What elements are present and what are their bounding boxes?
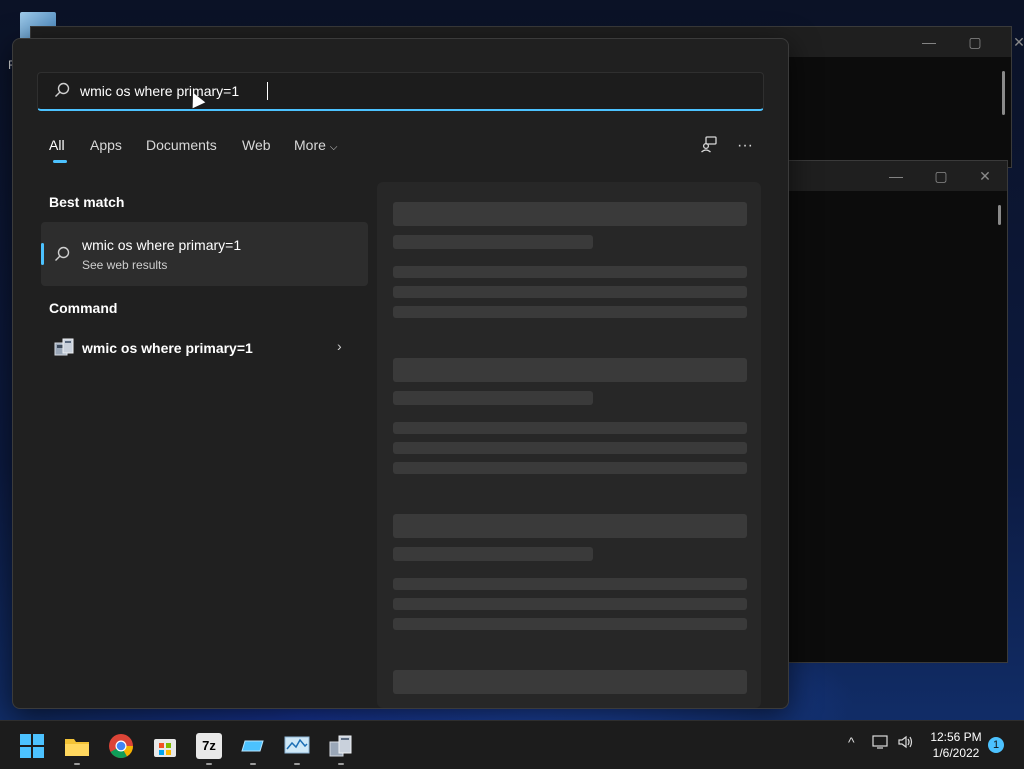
running-indicator (250, 763, 256, 765)
active-tab-indicator (53, 160, 67, 163)
accounts-icon[interactable] (698, 135, 720, 157)
store-icon[interactable] (152, 733, 178, 759)
tab-more-label: More (294, 137, 326, 153)
volume-icon[interactable] (897, 734, 915, 753)
chrome-logo-icon (109, 734, 133, 759)
skeleton-bar (393, 235, 593, 249)
skeleton-bar (393, 462, 747, 474)
text-caret (267, 82, 268, 100)
resource-monitor-icon[interactable] (284, 733, 310, 759)
best-match-heading: Best match (49, 194, 125, 210)
scrollbar[interactable] (1002, 71, 1005, 115)
start-icon[interactable] (20, 734, 44, 758)
windows-logo-icon (20, 734, 44, 758)
microsoft-store-icon (154, 739, 176, 757)
tab-all[interactable]: All (49, 137, 65, 153)
tab-web[interactable]: Web (242, 137, 271, 153)
command-title: wmic os where primary=1 (82, 340, 253, 356)
command-heading: Command (49, 300, 118, 316)
remote-desktop-icon (241, 740, 264, 752)
minimize-icon[interactable]: — (917, 33, 941, 51)
speaker-glyph (898, 735, 913, 749)
wmic-taskbar-icon (329, 735, 352, 757)
search-box[interactable] (37, 72, 764, 111)
notification-badge[interactable]: 1 (988, 737, 1004, 753)
best-match-title: wmic os where primary=1 (82, 237, 242, 253)
search-icon (55, 246, 70, 261)
skeleton-bar (393, 266, 747, 278)
best-match-result[interactable]: wmic os where primary=1 See web results (41, 222, 368, 286)
maximize-icon[interactable]: ▢ (929, 167, 953, 185)
search-panel: All Apps Documents Web More⌵ ··· Best ma… (12, 38, 789, 709)
skeleton-bar (393, 514, 747, 538)
skeleton-bar (393, 358, 747, 382)
window-title-bar[interactable]: — ▢ ✕ (761, 161, 1007, 191)
skeleton-bar (393, 422, 747, 434)
search-input[interactable] (80, 79, 680, 103)
folder-icon (65, 739, 89, 756)
running-indicator (338, 763, 344, 765)
skeleton-bar (393, 547, 593, 561)
skeleton-bar (393, 306, 747, 318)
preview-pane-loading (377, 182, 761, 708)
skeleton-bar (393, 618, 747, 630)
close-icon[interactable]: ✕ (1007, 33, 1024, 51)
best-match-subtitle: See web results (82, 258, 168, 272)
chrome-icon[interactable] (108, 733, 134, 759)
tab-apps[interactable]: Apps (90, 137, 122, 153)
running-indicator (206, 763, 212, 765)
chevron-right-icon[interactable]: › (337, 338, 342, 354)
system-clock[interactable]: 12:56 PM 1/6/2022 (920, 729, 992, 761)
remote-icon[interactable] (240, 733, 266, 759)
minimize-icon[interactable]: — (884, 167, 908, 185)
skeleton-bar (393, 442, 747, 454)
skeleton-bar (393, 598, 747, 610)
monitor-chart-icon (284, 736, 310, 754)
clock-time: 12:56 PM (930, 730, 982, 744)
running-indicator (294, 763, 300, 765)
accounts-icon-glyph (701, 136, 717, 153)
network-glyph (872, 735, 888, 749)
maximize-icon[interactable]: ▢ (963, 33, 987, 51)
selection-accent (41, 243, 44, 265)
7zip-icon[interactable]: 7z (196, 733, 222, 759)
wmic-icon (54, 338, 74, 356)
skeleton-bar (393, 286, 747, 298)
command-result[interactable]: wmic os where primary=1 › (41, 329, 368, 367)
taskbar: 7z ^ 12:56 PM 1/6/2022 1 (0, 720, 1024, 769)
clock-date: 1/6/2022 (932, 746, 980, 760)
search-icon (55, 82, 70, 97)
skeleton-bar (393, 202, 747, 226)
skeleton-bar (393, 391, 593, 405)
network-icon[interactable] (872, 734, 890, 753)
file-explorer-icon[interactable] (64, 733, 90, 759)
skeleton-bar (393, 578, 747, 590)
chevron-down-icon: ⌵ (329, 142, 338, 153)
tab-more[interactable]: More ⌵ (294, 137, 338, 153)
ellipsis-icon[interactable]: ··· (734, 135, 756, 157)
tab-documents[interactable]: Documents (146, 137, 217, 153)
scrollbar[interactable] (998, 205, 1001, 225)
background-console-window-2[interactable]: — ▢ ✕ (760, 160, 1008, 663)
skeleton-bar (393, 670, 747, 694)
wmic-icon[interactable] (328, 733, 354, 759)
running-indicator (74, 763, 80, 765)
close-icon[interactable]: ✕ (973, 167, 997, 185)
chevron-up-icon[interactable]: ^ (848, 734, 855, 750)
